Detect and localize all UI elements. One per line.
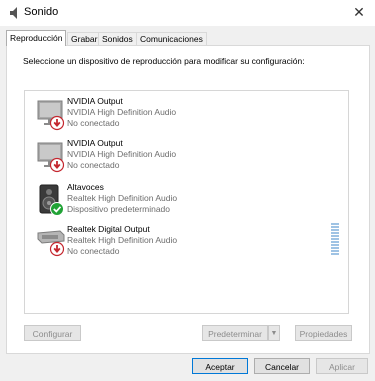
disconnected-badge-icon (49, 241, 65, 257)
window-title: Sonido (24, 6, 59, 18)
device-name: NVIDIA Output (67, 96, 123, 106)
level-meter (331, 223, 339, 257)
set-default-button[interactable]: Predeterminar (202, 325, 268, 341)
monitor-icon (37, 100, 65, 131)
close-button[interactable]: ✕ (351, 4, 367, 20)
device-list[interactable]: NVIDIA Output NVIDIA High Definition Aud… (24, 90, 349, 314)
device-status: No conectado (67, 246, 120, 256)
device-driver: NVIDIA High Definition Audio (67, 149, 177, 159)
device-driver: Realtek High Definition Audio (67, 235, 178, 245)
speaker-icon (39, 184, 64, 216)
device-name: NVIDIA Output (67, 138, 123, 148)
accept-button[interactable]: Aceptar (192, 358, 248, 374)
properties-button[interactable]: Propiedades (295, 325, 352, 341)
instruction-text: Seleccione un dispositivo de reproducció… (23, 56, 305, 66)
device-status: No conectado (67, 160, 120, 170)
apply-button[interactable]: Aplicar (316, 358, 368, 374)
title-bar: Sonido ✕ (0, 0, 375, 26)
disconnected-badge-icon (49, 115, 65, 131)
set-default-dropdown-button[interactable]: ▼ (268, 325, 280, 341)
device-status: No conectado (67, 118, 120, 128)
cancel-button[interactable]: Cancelar (254, 358, 310, 374)
device-driver: NVIDIA High Definition Audio (67, 107, 177, 117)
tab-grabar[interactable]: Grabar (67, 32, 102, 46)
tab-sonidos[interactable]: Sonidos (98, 32, 137, 46)
device-status: Dispositivo predeterminado (67, 204, 170, 214)
configure-button[interactable]: Configurar (24, 325, 81, 341)
device-item-nvidia-output-1[interactable]: NVIDIA Output NVIDIA High Definition Aud… (25, 93, 348, 135)
device-name: Realtek Digital Output (67, 224, 150, 234)
chevron-down-icon: ▼ (270, 330, 278, 337)
tab-panel: Seleccione un dispositivo de reproducció… (6, 45, 370, 354)
speaker-app-icon (10, 7, 17, 19)
close-icon: ✕ (353, 4, 365, 20)
device-item-nvidia-output-2[interactable]: NVIDIA Output NVIDIA High Definition Aud… (25, 135, 348, 177)
default-check-badge-icon (50, 202, 64, 216)
device-item-altavoces[interactable]: Altavoces Realtek High Definition Audio … (25, 179, 348, 221)
tab-reproduccion[interactable]: Reproducción (6, 30, 67, 46)
device-item-realtek-digital-output[interactable]: Realtek Digital Output Realtek High Defi… (25, 221, 348, 263)
monitor-icon (37, 142, 65, 173)
digital-output-icon (37, 230, 65, 257)
disconnected-badge-icon (49, 157, 65, 173)
tab-comunicaciones[interactable]: Comunicaciones (136, 32, 207, 46)
device-name: Altavoces (67, 182, 104, 192)
device-driver: Realtek High Definition Audio (67, 193, 178, 203)
